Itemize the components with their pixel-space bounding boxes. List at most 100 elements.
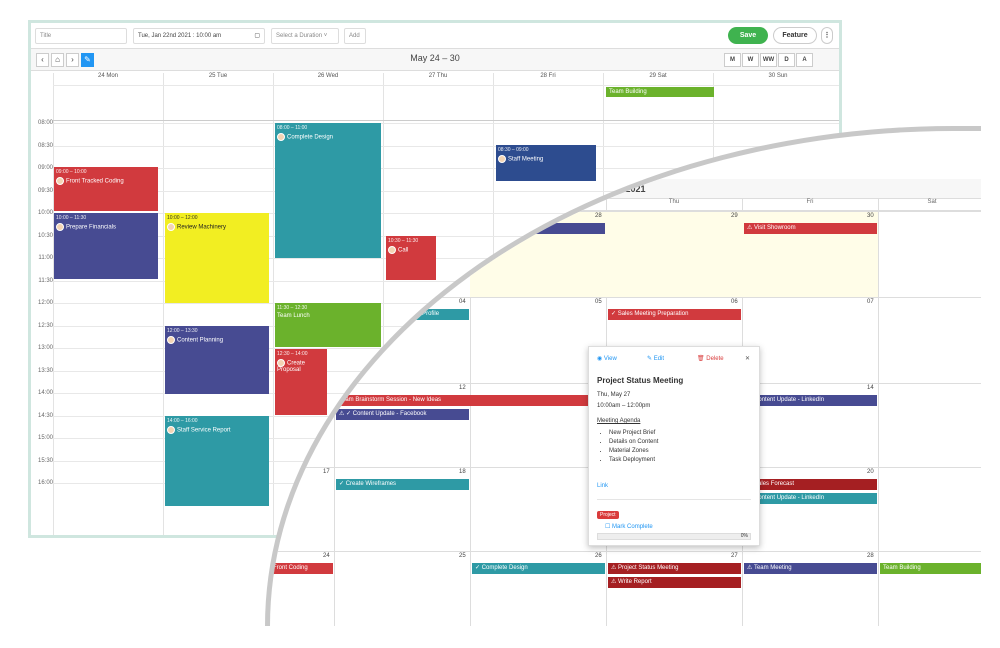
date-input[interactable]: Tue, Jan 22nd 2021 : 10:00 am ▢ (133, 28, 265, 44)
event-time: 14:00 – 16:00 (167, 418, 198, 424)
week-event[interactable]: 12:30 – 14:00 Create Proposal (275, 349, 327, 415)
date-number: 05 (595, 299, 602, 305)
day-column[interactable] (53, 73, 163, 535)
day-header: 28 Fri (540, 73, 556, 79)
avatar (498, 155, 506, 163)
week-event[interactable]: 10:00 – 11:30 Prepare Financials (54, 213, 158, 279)
date-number: 12 (459, 385, 466, 391)
add-button[interactable]: Add (344, 28, 366, 44)
week-row (270, 551, 981, 552)
title-filter-input[interactable]: Title (35, 28, 127, 44)
edit-button[interactable]: ✎ Edit (647, 355, 664, 362)
month-event[interactable]: ⚠ Content Update - LinkedIn (744, 395, 877, 406)
view-day-button[interactable]: D (778, 53, 795, 67)
duration-placeholder: Select a Duration (276, 33, 323, 39)
month-event[interactable]: ⚠ Team Meeting (744, 563, 877, 574)
date-range-title: May 24 – 30 (410, 53, 460, 63)
week-row (270, 211, 981, 212)
date-number: 29 (731, 213, 738, 219)
event-time: 08:30 – 09:00 (498, 147, 529, 153)
month-grid-line (878, 199, 879, 626)
close-icon[interactable]: ✕ (745, 355, 750, 362)
date-number: 06 (731, 299, 738, 305)
mark-complete-checkbox[interactable]: ☐ Mark Complete (605, 523, 653, 530)
avatar (56, 223, 64, 231)
view-week-button[interactable]: W (742, 53, 759, 67)
event-time: 10:00 – 11:30 (56, 215, 87, 221)
time-label: 09:30 (37, 187, 53, 194)
week-event[interactable]: 14:00 – 16:00 Staff Service Report (165, 416, 269, 506)
save-button[interactable]: Save (728, 27, 768, 44)
month-event[interactable]: ✓ Create Wireframes (336, 479, 469, 490)
month-event[interactable]: Team Building (880, 563, 981, 574)
time-label: 13:00 (37, 345, 53, 351)
time-label: 08:30 (37, 142, 53, 149)
date-number: 07 (867, 299, 874, 305)
month-event[interactable]: ✓ Sales Meeting Preparation (608, 309, 741, 320)
week-event[interactable]: 10:00 – 12:00 Review Machinery (165, 213, 269, 303)
avatar (167, 223, 175, 231)
month-event[interactable]: ✓ New Personal Goal - Linked Profile (336, 309, 469, 320)
time-label: 11:30 (38, 277, 53, 284)
date-number: 26 (595, 553, 602, 559)
allday-divider (53, 85, 839, 86)
date-number: 24 (323, 553, 330, 559)
date-number: 27 (731, 553, 738, 559)
view-workweek-button[interactable]: WW (760, 53, 777, 67)
month-event[interactable]: ⚠ Project Status Meeting (608, 563, 741, 574)
time-slot-line (53, 145, 839, 147)
popup-time: 10:00am – 12:00pm (597, 403, 651, 409)
month-grid-line (334, 199, 335, 626)
allday-event[interactable]: Team Building (606, 87, 714, 97)
month-event[interactable]: ⚠ Content Update - LinkedIn (744, 493, 877, 504)
view-agenda-button[interactable]: A (796, 53, 813, 67)
event-title: Staff Service Report (177, 427, 231, 434)
allday-bottom-divider (53, 120, 839, 121)
date-number: 17 (323, 469, 330, 475)
month-event[interactable]: ⚠ ✓ Content Update - Facebook (336, 409, 469, 420)
avatar (56, 177, 64, 185)
month-event[interactable]: ⚠ Visit Showroom (744, 223, 877, 234)
week-row (270, 297, 981, 298)
event-title: Front Tracked Coding (66, 178, 124, 185)
popup-divider (597, 499, 751, 500)
event-time: 10:00 – 12:00 (167, 215, 198, 221)
time-label: 11:00 (38, 255, 53, 261)
duration-select[interactable]: Select a Duration ˅ (271, 28, 339, 44)
month-event[interactable]: ⚠ Sales Forecast (744, 479, 877, 490)
week-event[interactable]: 10:30 – 11:30 Call (386, 236, 436, 280)
event-link[interactable]: Link (597, 483, 608, 489)
date-number: 14 (867, 385, 874, 391)
week-event[interactable]: 12:00 – 13:30 Content Planning (165, 326, 269, 394)
time-slot-line (53, 123, 839, 124)
event-title: Staff Meeting (508, 156, 544, 163)
agenda-label: Meeting Agenda (597, 418, 641, 424)
date-number: 30 (867, 213, 874, 219)
date-number: 28 (595, 213, 602, 219)
month-event[interactable]: ⚠ ✓ Plan Content (472, 223, 605, 234)
view-month-button[interactable]: M (724, 53, 741, 67)
event-title: Call (398, 247, 409, 254)
time-label: 13:30 (37, 367, 53, 374)
month-event[interactable]: Front Coding (270, 563, 333, 574)
popup-actions: ◉ View ✎ Edit 🗑 Delete ✕ (597, 355, 751, 365)
feature-button[interactable]: Feature (773, 27, 817, 44)
month-event[interactable]: ⚠ Write Report (608, 577, 741, 588)
event-title: Prepare Financials (66, 224, 117, 231)
week-event[interactable]: 08:30 – 09:00 Staff Meeting (496, 145, 596, 181)
delete-button[interactable]: 🗑 Delete (697, 355, 724, 362)
agenda-item: New Project Brief (609, 429, 658, 438)
nav-toolbar: ‹ ⌂ › ✎ May 24 – 30 M W WW D A (31, 49, 839, 71)
date-number: 04 (459, 299, 466, 305)
time-label: 10:30 (37, 232, 53, 239)
event-time: 12:30 – 14:00 (277, 351, 308, 357)
more-menu-button[interactable]: ⋮ (821, 27, 833, 44)
event-time: 12:00 – 13:30 (167, 328, 198, 334)
view-button[interactable]: ◉ View (597, 355, 617, 362)
date-number: 28 (867, 553, 874, 559)
time-label: 08:00 (37, 120, 53, 126)
week-event[interactable]: 09:00 – 10:00 Front Tracked Coding (54, 167, 158, 211)
month-event[interactable]: ✓ Complete Design (472, 563, 605, 574)
time-label: 12:30 (37, 322, 53, 329)
popup-title: Project Status Meeting (597, 376, 684, 385)
